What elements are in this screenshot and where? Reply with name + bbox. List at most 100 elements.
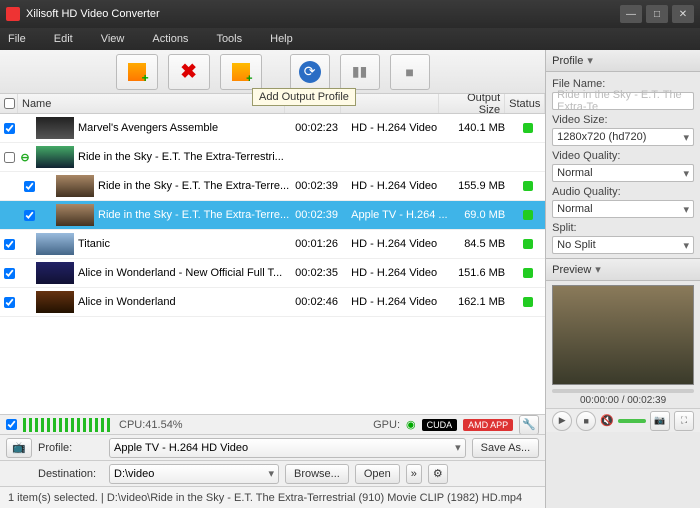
col-status[interactable]: Status <box>505 94 545 113</box>
close-button[interactable]: ✕ <box>672 5 694 23</box>
menu-tools[interactable]: Tools <box>216 33 242 45</box>
statusbar: 1 item(s) selected. | D:\video\Ride in t… <box>0 486 545 508</box>
tooltip: Add Output Profile <box>252 88 356 106</box>
thumbnail <box>36 117 74 139</box>
row-duration: 00:02:39 <box>295 180 351 192</box>
cpu-toggle[interactable] <box>6 419 17 430</box>
row-name: Marvel's Avengers Assemble <box>78 122 295 134</box>
cpu-label: CPU:41.54% <box>119 419 183 431</box>
more-button[interactable]: » <box>406 464 422 484</box>
snapshot-button[interactable]: 📷 <box>650 411 670 431</box>
preview-controls: ▶ ■ 🔇 📷 ⛶ <box>546 408 700 432</box>
add-file-button[interactable] <box>116 54 158 90</box>
stop-button[interactable]: ■ <box>390 54 430 90</box>
profile-icon[interactable]: 📺 <box>6 438 32 458</box>
row-duration: 00:01:26 <box>295 238 351 250</box>
audioquality-label: Audio Quality: <box>552 186 694 198</box>
settings-icon[interactable]: 🔧 <box>519 415 539 435</box>
preview-panel: Preview 00:00:00 / 00:02:39 ▶ ■ 🔇 📷 ⛶ <box>546 258 700 508</box>
expand-icon[interactable]: ⊖ <box>18 151 32 164</box>
cpu-graph-icon <box>23 418 113 432</box>
destination-label: Destination: <box>38 468 103 480</box>
open-button[interactable]: Open <box>355 464 400 484</box>
browse-button[interactable]: Browse... <box>285 464 349 484</box>
cpu-bar: CPU:41.54% GPU: ◉ CUDA AMD APP 🔧 <box>0 414 545 434</box>
toolbar: ✖ ⟳ ▮▮ ■ Add Output Profile <box>0 50 545 94</box>
row-checkbox[interactable] <box>4 123 15 134</box>
profile-label: Profile: <box>38 442 103 454</box>
col-size[interactable]: Output Size <box>439 94 505 113</box>
row-checkbox[interactable] <box>24 210 35 221</box>
thumbnail <box>36 146 74 168</box>
stop-preview-button[interactable]: ■ <box>576 411 596 431</box>
destination-combo[interactable]: D:\video <box>109 464 279 484</box>
thumbnail <box>36 262 74 284</box>
thumbnail <box>56 204 94 226</box>
play-button[interactable]: ▶ <box>552 411 572 431</box>
mute-icon[interactable]: 🔇 <box>600 414 614 427</box>
row-size: 140.1 MB <box>449 122 511 134</box>
row-profile: HD - H.264 Video <box>351 238 449 250</box>
row-status <box>511 210 545 220</box>
row-profile: HD - H.264 Video <box>351 296 449 308</box>
maximize-button[interactable]: □ <box>646 5 668 23</box>
row-checkbox[interactable] <box>24 181 35 192</box>
table-row[interactable]: ⊖Ride in the Sky - E.T. The Extra-Terres… <box>0 143 545 172</box>
row-name: Ride in the Sky - E.T. The Extra-Terre..… <box>98 209 295 221</box>
table-row[interactable]: Ride in the Sky - E.T. The Extra-Terre..… <box>0 201 545 230</box>
videoquality-label: Video Quality: <box>552 150 694 162</box>
profile-panel-header[interactable]: Profile <box>546 50 700 72</box>
profile-panel: File Name: Ride in the Sky - E.T. The Ex… <box>546 72 700 258</box>
menu-file[interactable]: File <box>8 33 26 45</box>
row-checkbox[interactable] <box>4 268 15 279</box>
row-duration: 00:02:35 <box>295 267 351 279</box>
row-profile: HD - H.264 Video <box>351 122 449 134</box>
thumbnail <box>56 175 94 197</box>
row-checkbox[interactable] <box>4 297 15 308</box>
status-text: 1 item(s) selected. | D:\video\Ride in t… <box>8 492 522 504</box>
menu-edit[interactable]: Edit <box>54 33 73 45</box>
table-row[interactable]: Marvel's Avengers Assemble00:02:23HD - H… <box>0 114 545 143</box>
split-combo[interactable]: No Split <box>552 236 694 254</box>
profile-combo[interactable]: Apple TV - H.264 HD Video <box>109 438 466 458</box>
convert-button[interactable]: ⟳ <box>290 54 330 90</box>
row-duration: 00:02:46 <box>295 296 351 308</box>
gpu-label: GPU: <box>373 419 400 431</box>
row-status <box>511 123 545 133</box>
pause-button[interactable]: ▮▮ <box>340 54 380 90</box>
filename-field[interactable]: Ride in the Sky - E.T. The Extra-Te <box>552 92 694 110</box>
minimize-button[interactable]: — <box>620 5 642 23</box>
row-size: 162.1 MB <box>449 296 511 308</box>
menu-view[interactable]: View <box>101 33 125 45</box>
table-row[interactable]: Titanic00:01:26HD - H.264 Video84.5 MB <box>0 230 545 259</box>
menu-actions[interactable]: Actions <box>152 33 188 45</box>
row-status <box>511 297 545 307</box>
table-row[interactable]: Alice in Wonderland - New Official Full … <box>0 259 545 288</box>
col-check[interactable] <box>0 94 18 113</box>
menu-help[interactable]: Help <box>270 33 293 45</box>
save-as-button[interactable]: Save As... <box>472 438 540 458</box>
app-logo-icon <box>6 7 20 21</box>
thumbnail <box>36 233 74 255</box>
preview-header[interactable]: Preview <box>546 259 700 281</box>
file-list[interactable]: Marvel's Avengers Assemble00:02:23HD - H… <box>0 114 545 414</box>
col-name[interactable]: Name <box>18 94 285 113</box>
audioquality-combo[interactable]: Normal <box>552 200 694 218</box>
table-row[interactable]: Ride in the Sky - E.T. The Extra-Terre..… <box>0 172 545 201</box>
seek-slider[interactable] <box>552 389 694 393</box>
row-name: Titanic <box>78 238 295 250</box>
remove-button[interactable]: ✖ <box>168 54 210 90</box>
volume-slider[interactable] <box>618 419 646 423</box>
videosize-combo[interactable]: 1280x720 (hd720) <box>552 128 694 146</box>
row-status <box>511 268 545 278</box>
row-profile: HD - H.264 Video <box>351 267 449 279</box>
row-name: Alice in Wonderland <box>78 296 295 308</box>
row-checkbox[interactable] <box>4 239 15 250</box>
action-button[interactable]: ⚙ <box>428 464 448 484</box>
table-row[interactable]: Alice in Wonderland00:02:46HD - H.264 Vi… <box>0 288 545 317</box>
add-output-profile-button[interactable] <box>220 54 262 90</box>
row-size: 151.6 MB <box>449 267 511 279</box>
fullscreen-button[interactable]: ⛶ <box>674 411 694 431</box>
videoquality-combo[interactable]: Normal <box>552 164 694 182</box>
row-checkbox[interactable] <box>4 152 15 163</box>
